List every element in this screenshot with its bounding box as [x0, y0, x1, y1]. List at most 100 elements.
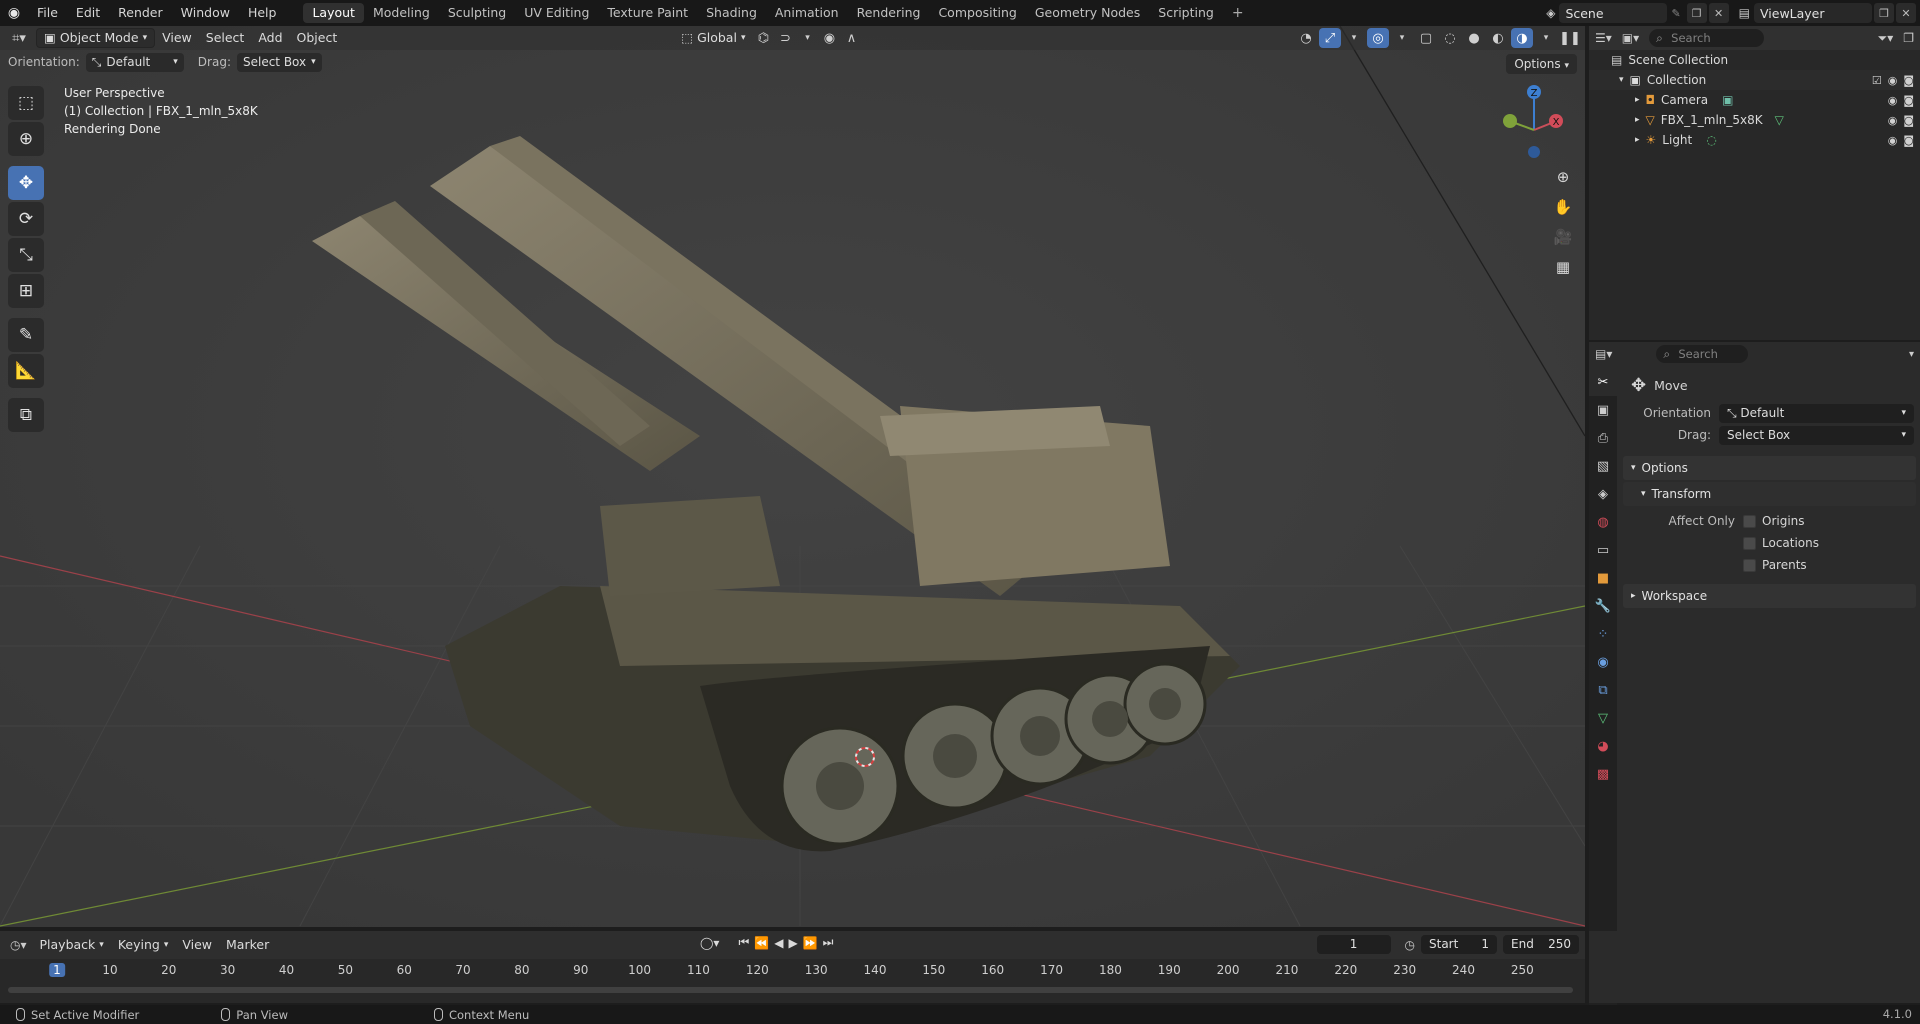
tab-sculpting[interactable]: Sculpting: [439, 3, 515, 23]
add-workspace-button[interactable]: +: [1223, 5, 1253, 21]
properties-search-input[interactable]: Search: [1656, 345, 1749, 363]
end-frame-field[interactable]: End 250: [1503, 935, 1579, 954]
collection-tab-icon[interactable]: ▭: [1589, 536, 1617, 564]
tab-uv-editing[interactable]: UV Editing: [515, 3, 598, 23]
snap-options-icon[interactable]: ▾: [796, 28, 818, 48]
outliner-item-fbx[interactable]: ▸ ▽ FBX_1_mln_5x8K ▽ ◉ ◙: [1589, 110, 1920, 130]
camera-render-icon[interactable]: ◙: [1903, 74, 1914, 87]
timeline-scrollbar[interactable]: [8, 987, 1573, 993]
zoom-icon[interactable]: ⊕: [1548, 162, 1578, 192]
new-collection-icon[interactable]: ❐: [1903, 31, 1914, 45]
view-layer-field[interactable]: ViewLayer: [1754, 3, 1872, 23]
editor-type-icon[interactable]: ⌗▾: [8, 28, 30, 48]
jump-start-icon[interactable]: ⏮: [738, 935, 749, 950]
render-tab-icon[interactable]: ▣: [1589, 396, 1617, 424]
cursor-tool-icon[interactable]: ⊕: [8, 122, 44, 156]
menu-playback[interactable]: Playback ▾: [33, 935, 111, 955]
menu-file[interactable]: File: [28, 0, 67, 26]
expand-chevron-icon[interactable]: ▾: [1619, 75, 1624, 85]
timeline-editor[interactable]: ◷▾ Playback ▾ Keying ▾ View Marker ◯▾ ⏮ ⏪ …: [0, 931, 1585, 1003]
pan-hand-icon[interactable]: ✋: [1548, 192, 1578, 222]
prev-keyframe-icon[interactable]: ⏪: [754, 936, 769, 950]
data-tab-icon[interactable]: ▽: [1589, 704, 1617, 732]
outliner-search-input[interactable]: Search: [1649, 29, 1765, 47]
tab-shading[interactable]: Shading: [697, 3, 766, 23]
scene-field[interactable]: Scene: [1559, 3, 1668, 23]
eye-icon[interactable]: ◉: [1888, 74, 1898, 87]
current-frame-field[interactable]: 1: [1316, 935, 1391, 954]
delete-view-layer-button[interactable]: ✕: [1896, 3, 1916, 23]
rendered-shading-icon[interactable]: ◑: [1511, 28, 1533, 48]
rotate-tool-icon[interactable]: ⟳: [8, 202, 44, 236]
gizmo-toggle-icon[interactable]: ⤢: [1319, 28, 1341, 48]
camera-render-icon[interactable]: ◙: [1903, 114, 1914, 127]
drag-dropdown[interactable]: Select Box ▾: [236, 52, 322, 72]
filter-icon[interactable]: ⏷▾: [1878, 31, 1894, 46]
camera-render-icon[interactable]: ◙: [1903, 134, 1914, 147]
transform-orientation-dropdown[interactable]: ⬚ Global ▾: [674, 28, 752, 48]
display-mode-icon[interactable]: ▣▾: [1622, 31, 1639, 45]
tab-compositing[interactable]: Compositing: [929, 3, 1025, 23]
visibility-icon[interactable]: ◔: [1295, 28, 1317, 48]
mesh-data-icon[interactable]: ▽: [1775, 113, 1784, 127]
measure-tool-icon[interactable]: 📐: [8, 354, 44, 388]
transform-subsection-header[interactable]: ▾ Transform: [1623, 482, 1916, 506]
eye-icon[interactable]: ◉: [1888, 114, 1898, 127]
camera-view-icon[interactable]: 🎥: [1548, 222, 1578, 252]
record-icon[interactable]: ◯▾: [700, 936, 719, 950]
expand-chevron-icon[interactable]: ▸: [1635, 95, 1640, 105]
next-keyframe-icon[interactable]: ⏩: [803, 936, 818, 950]
chevron-down-icon[interactable]: ▾: [1909, 349, 1914, 360]
solid-shading-icon[interactable]: ●: [1463, 28, 1485, 48]
navigation-gizmo[interactable]: Z X: [1496, 82, 1576, 162]
modifier-tab-icon[interactable]: 🔧: [1589, 592, 1617, 620]
tool-tab-icon[interactable]: ✂: [1589, 368, 1617, 396]
overlay-options-icon[interactable]: ▾: [1391, 28, 1413, 48]
menu-view[interactable]: View: [155, 28, 199, 48]
editor-type-icon[interactable]: ◷▾: [10, 938, 27, 952]
jump-end-icon[interactable]: ⏭: [823, 935, 834, 950]
select-box-tool-icon[interactable]: ⬚: [8, 86, 44, 120]
menu-marker[interactable]: Marker: [219, 935, 276, 955]
texture-tab-icon[interactable]: ▩: [1589, 760, 1617, 788]
wireframe-shading-icon[interactable]: ◌: [1439, 28, 1461, 48]
blender-logo-icon[interactable]: ◉: [0, 0, 28, 26]
menu-edit[interactable]: Edit: [67, 0, 109, 26]
menu-keying[interactable]: Keying ▾: [111, 935, 176, 955]
scene-tab-icon[interactable]: ◈: [1589, 480, 1617, 508]
tab-animation[interactable]: Animation: [766, 3, 848, 23]
menu-help[interactable]: Help: [239, 0, 286, 26]
scale-tool-icon[interactable]: ⤡: [8, 238, 44, 272]
object-tab-icon[interactable]: ■: [1589, 564, 1617, 592]
tab-geometry-nodes[interactable]: Geometry Nodes: [1026, 3, 1149, 23]
output-tab-icon[interactable]: ⎙: [1589, 424, 1617, 452]
new-view-layer-button[interactable]: ❐: [1874, 3, 1894, 23]
outliner-item-camera[interactable]: ▸ ◘ Camera ▣ ◉ ◙: [1589, 90, 1920, 110]
current-frame-marker[interactable]: 1: [49, 963, 65, 977]
editor-type-icon[interactable]: ▤▾: [1595, 347, 1612, 361]
tab-layout[interactable]: Layout: [303, 3, 364, 23]
overlays-icon[interactable]: ◎: [1367, 28, 1389, 48]
3d-viewport[interactable]: ⌗▾ ▣ Object Mode ▾ View Select Add Objec…: [0, 26, 1585, 927]
light-data-icon[interactable]: ◌: [1706, 133, 1716, 147]
parents-checkbox[interactable]: [1743, 558, 1756, 572]
tab-texture-paint[interactable]: Texture Paint: [598, 3, 697, 23]
new-scene-button[interactable]: ❐: [1686, 3, 1707, 23]
eye-icon[interactable]: ◉: [1888, 134, 1898, 147]
drag-prop-dropdown[interactable]: Select Box ▾: [1719, 425, 1914, 445]
outliner-item-light[interactable]: ▸ ☀ Light ◌ ◉ ◙: [1589, 130, 1920, 150]
annotate-tool-icon[interactable]: ✎: [8, 318, 44, 352]
view-layer-tab-icon[interactable]: ▧: [1589, 452, 1617, 480]
collection-row[interactable]: ▾ ▣ Collection ☑ ◉ ◙: [1589, 70, 1920, 90]
options-section-header[interactable]: ▾ Options: [1623, 456, 1916, 480]
delete-scene-button[interactable]: ✕: [1708, 3, 1729, 23]
camera-render-icon[interactable]: ◙: [1903, 94, 1914, 107]
workspace-section-header[interactable]: ▸ Workspace: [1623, 584, 1916, 608]
proportional-editing-icon[interactable]: ◉: [818, 28, 840, 48]
menu-window[interactable]: Window: [172, 0, 239, 26]
play-icon[interactable]: ▶: [788, 936, 797, 950]
snap-icon[interactable]: ⊃: [774, 28, 796, 48]
orientation-dropdown[interactable]: ⤡ Default ▾: [85, 52, 184, 72]
menu-object[interactable]: Object: [290, 28, 345, 48]
constraints-tab-icon[interactable]: ⧉: [1589, 676, 1617, 704]
